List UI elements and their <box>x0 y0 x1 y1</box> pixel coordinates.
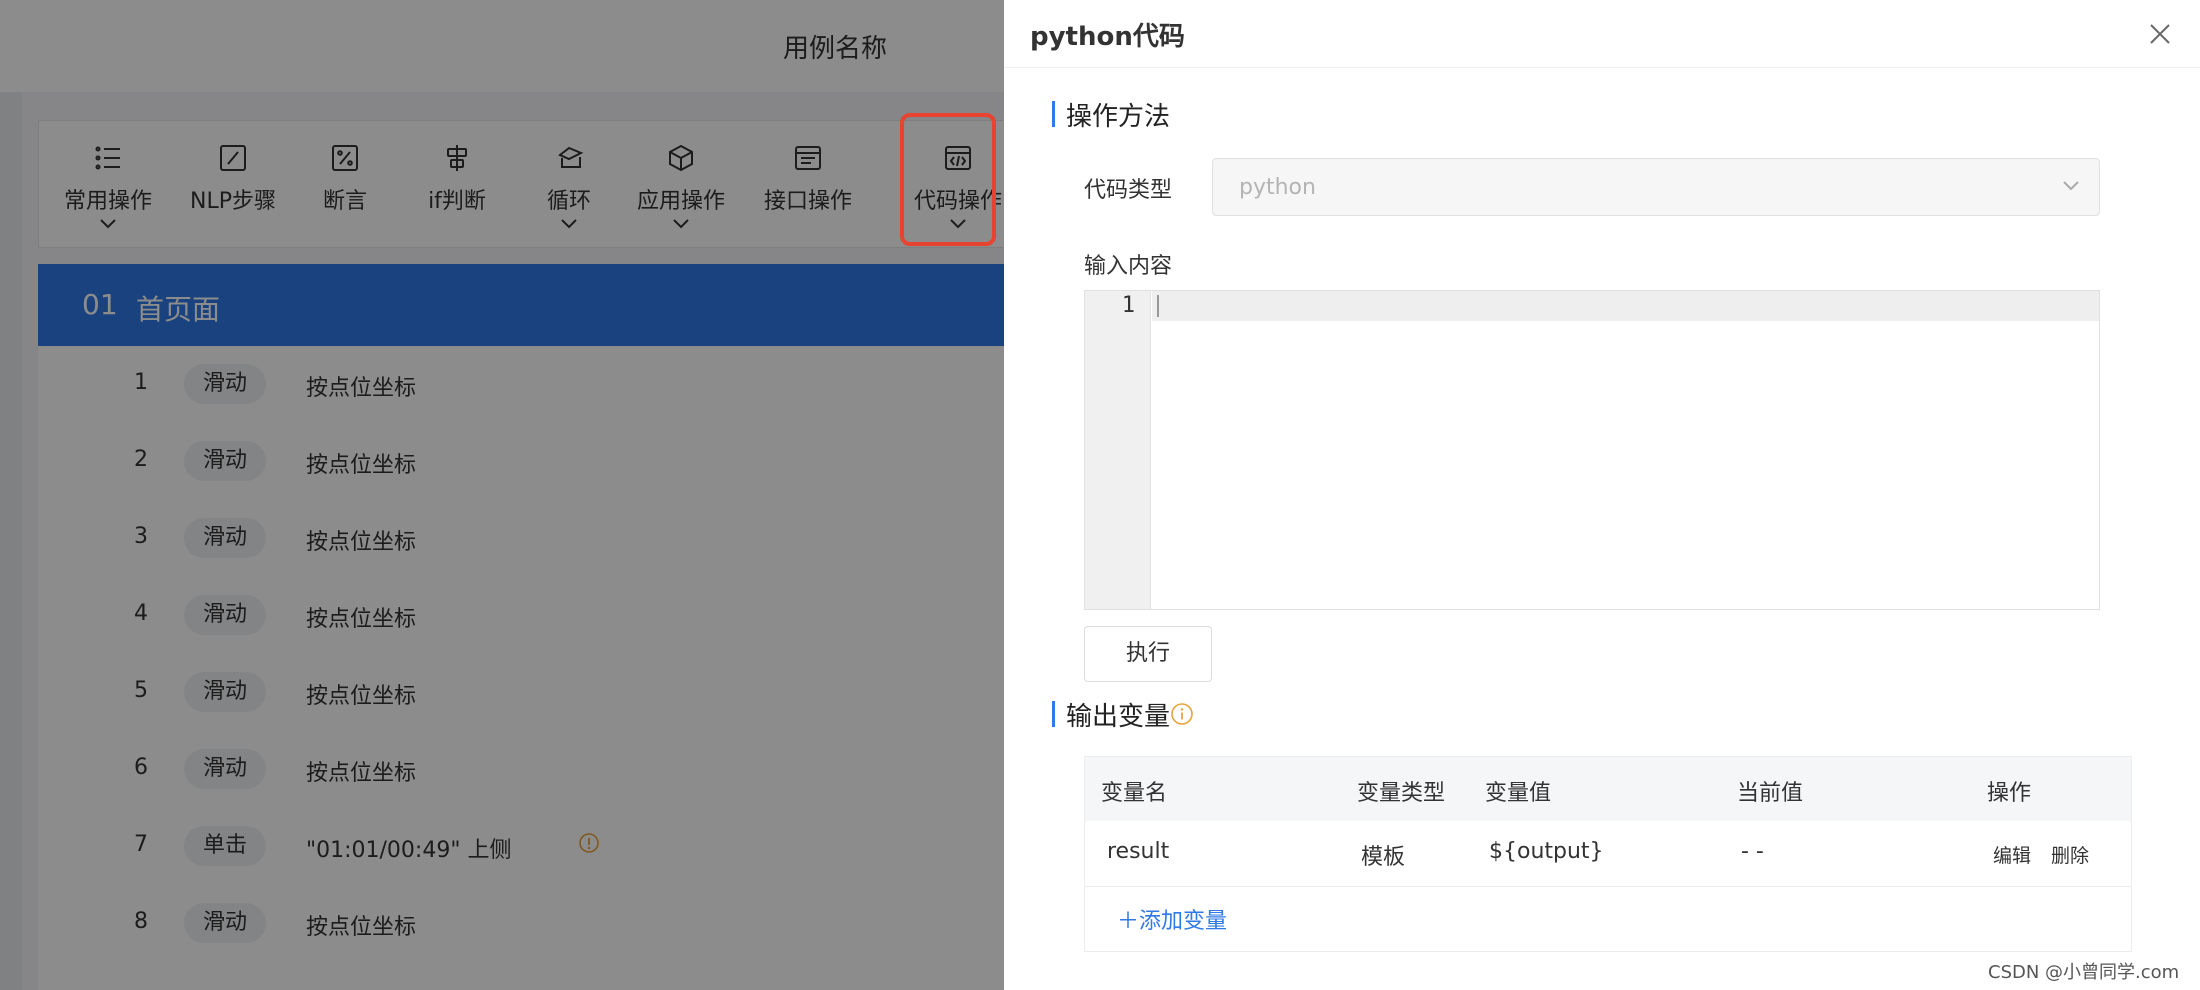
info-icon[interactable] <box>1170 702 1194 726</box>
col-header-current: 当前值 <box>1737 781 1804 806</box>
text-cursor <box>1157 295 1159 317</box>
section-title-output: 输出变量 <box>1052 696 1193 733</box>
add-variable-label: 添加变量 <box>1139 909 1228 934</box>
col-header-type: 变量类型 <box>1357 781 1446 806</box>
add-variable-button[interactable]: ＋添加变量 <box>1117 903 1227 935</box>
variable-value: ${output} <box>1489 839 1604 864</box>
drawer-header: python代码 <box>1004 0 2200 68</box>
table-header: 变量名 变量类型 变量值 当前值 操作 <box>1085 757 2131 821</box>
section-accent-bar <box>1052 701 1055 727</box>
section-title-method: 操作方法 <box>1052 96 1170 133</box>
active-line-highlight <box>1152 291 2099 321</box>
python-code-drawer: python代码 操作方法 代码类型 python 输入内容 1 执行 输出变量… <box>1004 0 2200 990</box>
line-number: 1 <box>1121 293 1135 318</box>
line-number-gutter: 1 <box>1085 291 1151 609</box>
col-header-name: 变量名 <box>1101 781 1168 806</box>
close-icon[interactable] <box>2144 18 2176 50</box>
table-row: result 模板 ${output} - - 编辑 删除 <box>1085 821 2131 887</box>
output-variables-table: 变量名 变量类型 变量值 当前值 操作 result 模板 ${output} … <box>1084 756 2132 952</box>
variable-current-value: - - <box>1741 839 1764 864</box>
modal-overlay[interactable] <box>0 0 1004 990</box>
section-accent-bar <box>1052 101 1055 127</box>
variable-type: 模板 <box>1361 845 1406 870</box>
variable-name: result <box>1107 839 1170 864</box>
code-type-select[interactable]: python <box>1212 158 2100 216</box>
plus-icon: ＋ <box>1117 909 1140 934</box>
delete-link[interactable]: 删除 <box>2051 841 2089 868</box>
section-title-text: 操作方法 <box>1066 102 1171 132</box>
section-title-text: 输出变量 <box>1066 702 1171 732</box>
drawer-title: python代码 <box>1030 22 1185 52</box>
code-type-label: 代码类型 <box>1084 178 1173 203</box>
chevron-down-icon <box>2063 181 2079 191</box>
col-header-actions: 操作 <box>1987 781 2032 806</box>
execute-button[interactable]: 执行 <box>1084 626 1212 682</box>
code-type-value: python <box>1239 175 1316 200</box>
col-header-value: 变量值 <box>1485 781 1552 806</box>
edit-link[interactable]: 编辑 <box>1993 841 2031 868</box>
watermark: CSDN @小曾同学.com <box>1988 962 2180 983</box>
annotation-highlight-box <box>900 113 996 246</box>
input-content-label: 输入内容 <box>1084 254 1173 279</box>
code-editor[interactable]: 1 <box>1084 290 2100 610</box>
